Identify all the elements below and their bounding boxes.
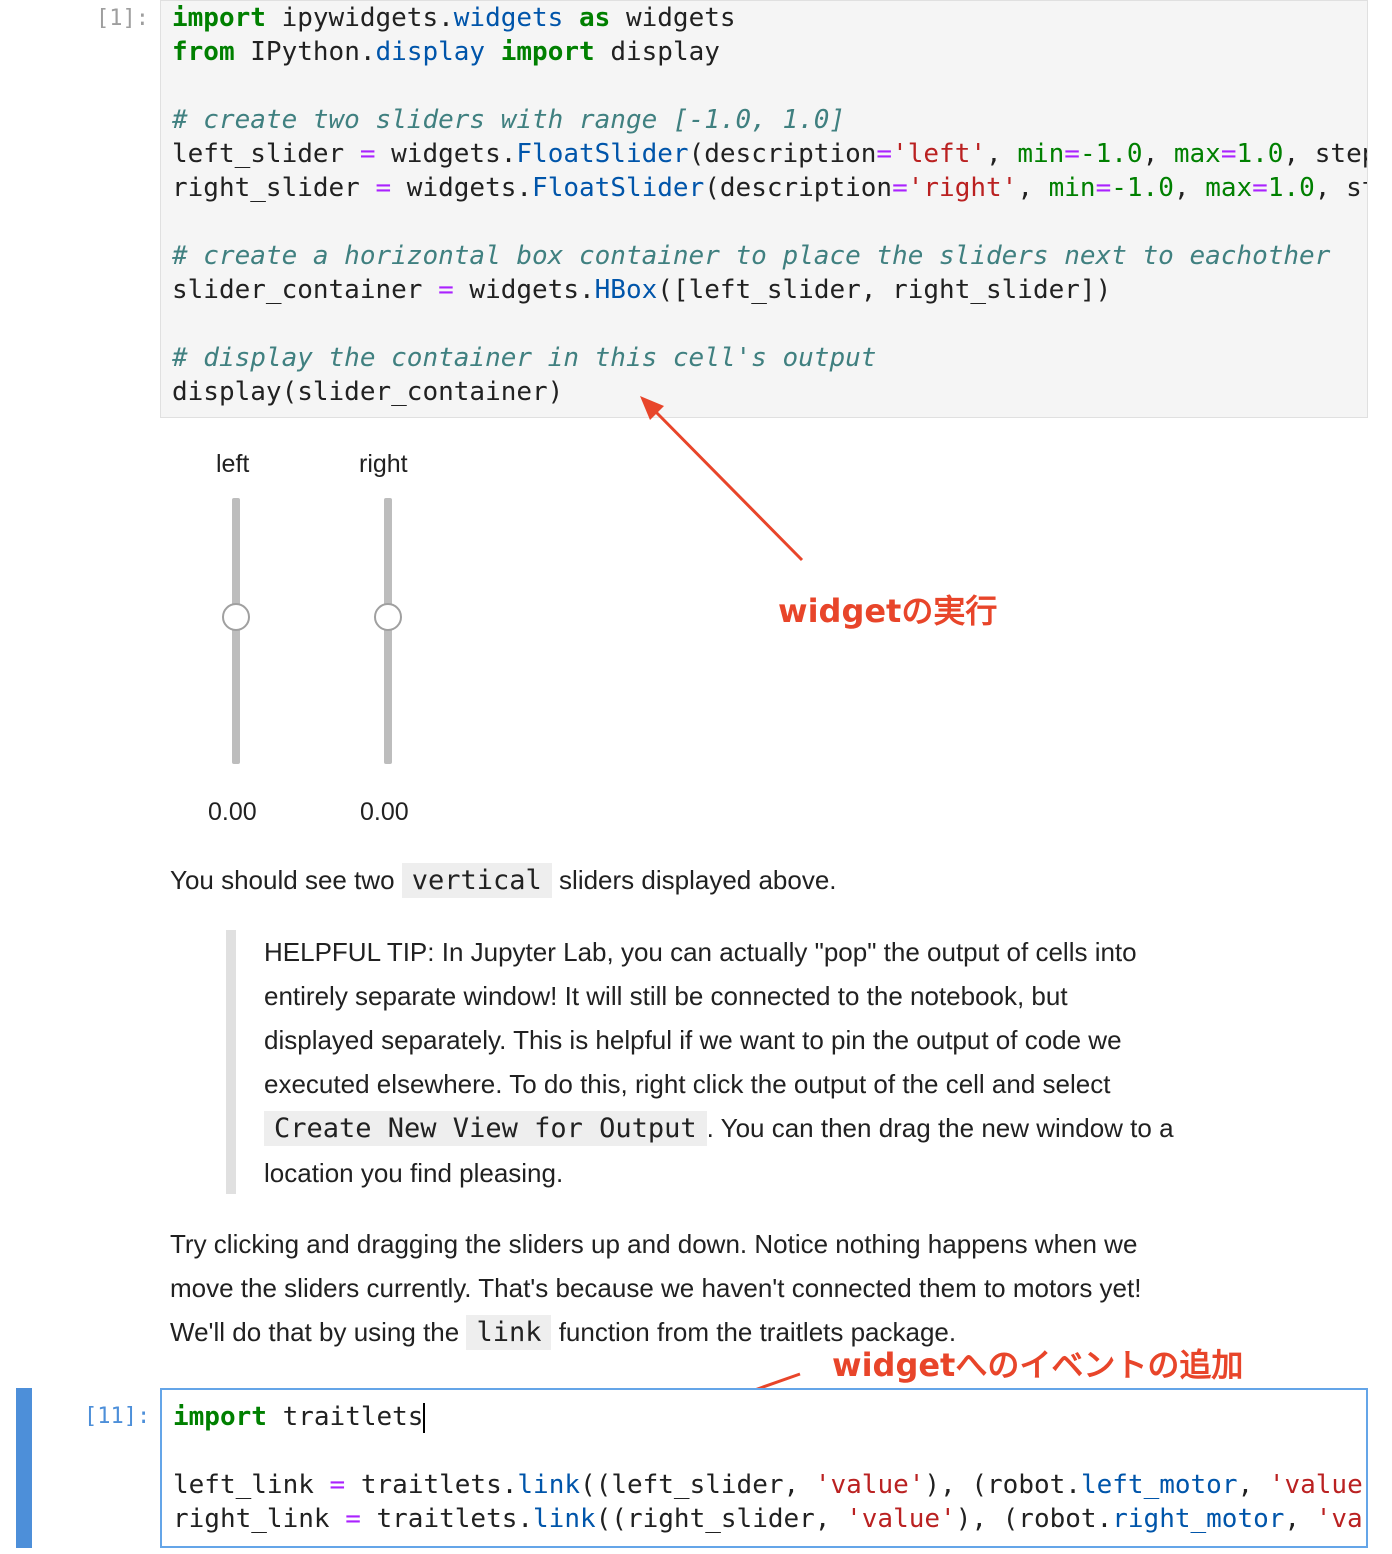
code-line: left_link = traitlets.link((left_slider,…: [173, 1470, 1363, 1500]
cell-1-prompt: [1]:: [96, 6, 149, 31]
helpful-tip-blockquote: HELPFUL TIP: In Jupyter Lab, you can act…: [226, 930, 1286, 1194]
code-line: left_slider = widgets.FloatSlider(descri…: [172, 139, 1367, 169]
left-slider-value: 0.00: [208, 798, 257, 826]
left-slider-handle[interactable]: [222, 603, 250, 631]
right-slider-label: right: [359, 450, 408, 478]
code-comment: # create two sliders with range [-1.0, 1…: [172, 105, 846, 135]
inline-code: link: [466, 1315, 552, 1350]
annotation-widget-run: widgetの実行: [778, 592, 998, 630]
code-cell-1[interactable]: import ipywidgets.widgets as widgets fro…: [160, 0, 1368, 418]
code-line: from IPython.display import display: [172, 37, 720, 67]
right-slider-handle[interactable]: [374, 603, 402, 631]
right-slider[interactable]: right 0.00: [352, 440, 424, 840]
code-line: display(slider_container): [172, 377, 564, 407]
code-comment: # display the container in this cell's o…: [172, 343, 877, 373]
annotation-widget-event: widgetへのイベントの追加: [832, 1346, 1244, 1384]
cell-2-prompt: [11]:: [84, 1404, 151, 1429]
text-cursor: [423, 1402, 426, 1433]
left-slider-label: left: [216, 450, 250, 478]
code-line: right_slider = widgets.FloatSlider(descr…: [172, 173, 1367, 203]
right-slider-track[interactable]: [384, 498, 392, 764]
code-line: slider_container = widgets.HBox([left_sl…: [172, 275, 1112, 305]
markdown-paragraph-2: Try clicking and dragging the sliders up…: [170, 1229, 1142, 1350]
left-slider-track[interactable]: [232, 498, 240, 764]
code-line: import traitlets: [173, 1402, 426, 1433]
markdown-paragraph-1: You should see two vertical sliders disp…: [170, 863, 837, 898]
code-cell-2[interactable]: import traitlets left_link = traitlets.l…: [160, 1388, 1368, 1548]
left-slider[interactable]: left 0.00: [200, 440, 272, 840]
cell-collapser[interactable]: [16, 1388, 32, 1548]
inline-code: Create New View for Output: [264, 1111, 707, 1146]
code-line: right_link = traitlets.link((right_slide…: [173, 1504, 1363, 1534]
code-comment: # create a horizontal box container to p…: [172, 241, 1331, 271]
code-line: import ipywidgets.widgets as widgets: [172, 3, 736, 33]
inline-code: vertical: [401, 863, 552, 898]
right-slider-value: 0.00: [360, 798, 409, 826]
